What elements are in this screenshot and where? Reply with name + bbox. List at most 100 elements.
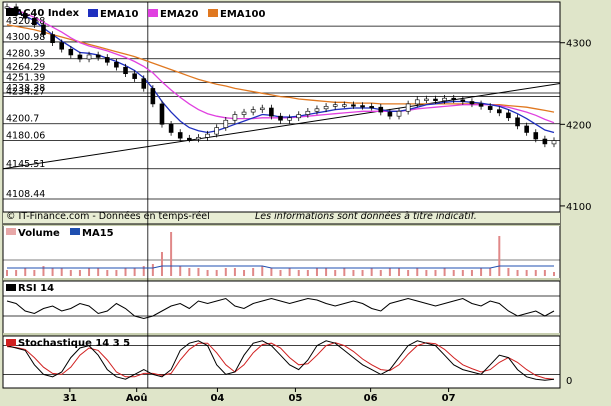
candle: [114, 62, 119, 68]
volume-bar: [115, 270, 118, 276]
candle: [460, 99, 466, 102]
candle: [323, 106, 329, 110]
volume-bar: [379, 270, 382, 276]
right-axis-label: 4100: [566, 202, 591, 213]
price-level-label: 4264.29: [6, 62, 45, 73]
candle: [515, 117, 520, 127]
candle: [77, 54, 83, 60]
volume-bar: [243, 270, 246, 276]
chart-root: 4320.38 4300.98 4280.39 4264.29 4251.39 4238.…: [0, 0, 611, 406]
ma15-legend-swatch: [70, 228, 80, 235]
candle: [296, 114, 302, 119]
candle: [360, 105, 365, 108]
candle: [187, 137, 192, 140]
candle: [551, 140, 557, 145]
volume-bar: [224, 268, 227, 276]
volume-bar: [543, 270, 546, 276]
candle: [351, 104, 356, 107]
volume-bar: [452, 270, 455, 276]
candle: [533, 132, 539, 140]
candle: [442, 97, 447, 101]
candle: [141, 78, 147, 89]
candle: [50, 34, 55, 44]
candle: [205, 133, 210, 138]
volume-bar: [151, 264, 154, 276]
candle: [278, 115, 283, 121]
candle: [41, 24, 46, 35]
candle: [469, 101, 475, 105]
candle: [132, 73, 137, 79]
volume-bar: [534, 270, 537, 276]
volume-bar: [69, 270, 72, 276]
volume-bar: [252, 268, 255, 276]
volume-bar: [78, 270, 81, 276]
candle: [314, 108, 320, 112]
volume-bar: [416, 268, 419, 276]
candle: [232, 114, 238, 121]
volume-bar: [206, 270, 209, 276]
candle: [305, 110, 311, 115]
candle: [506, 112, 511, 119]
volume-bar: [15, 270, 18, 276]
x-tick-label: 31: [63, 393, 77, 404]
volume-bar: [261, 266, 264, 276]
disclaimer-text: Les informations sont données à titre in…: [255, 211, 477, 222]
volume-bar: [361, 270, 364, 276]
price-level-label: 4234.27: [6, 86, 45, 97]
volume-bar: [279, 270, 282, 276]
candle: [287, 117, 292, 121]
volume-bar: [124, 268, 127, 276]
candle: [451, 97, 457, 101]
price-level-label: 4145.51: [6, 159, 45, 170]
volume-bar: [160, 252, 163, 276]
x-tick-label: 05: [288, 393, 302, 404]
volume-bar: [188, 268, 191, 276]
legend-label: EMA10: [100, 9, 138, 20]
right-axis-label: 4300: [566, 39, 591, 50]
candle: [196, 137, 201, 140]
volume-bar: [306, 270, 309, 276]
candle: [342, 104, 347, 107]
volume-bar: [270, 268, 273, 276]
candle: [387, 111, 393, 117]
rsi-legend-swatch: [6, 284, 16, 291]
candle: [414, 99, 420, 105]
candle: [542, 138, 548, 145]
volume-bar: [33, 270, 36, 276]
volume-bar: [325, 268, 328, 276]
candle: [487, 106, 493, 110]
rsi-legend-label: RSI 14: [18, 283, 54, 294]
candle: [524, 125, 529, 133]
candle: [433, 98, 438, 101]
volume-bar: [480, 268, 483, 276]
volume-bar: [461, 270, 464, 276]
legend-label: EMA20: [160, 9, 198, 20]
price-level-label: 4200.7: [6, 114, 39, 125]
candle: [378, 106, 384, 113]
volume-bar: [170, 232, 173, 276]
candle: [269, 107, 274, 117]
volume-legend-swatch: [6, 228, 16, 235]
candle: [223, 119, 229, 128]
volume-bar: [498, 236, 501, 276]
volume-bar: [352, 270, 355, 276]
x-tick-label: 07: [442, 393, 456, 404]
volume-bar: [507, 268, 510, 276]
volume-bar: [51, 268, 54, 276]
candle: [424, 98, 429, 101]
volume-bar: [88, 268, 91, 276]
x-tick-label: 04: [210, 393, 224, 404]
volume-bar: [525, 270, 528, 276]
legend-swatch: [208, 9, 218, 17]
plot-area: [2, 1, 561, 389]
price-level-label: 4108.44: [6, 189, 45, 200]
x-tick-label: 06: [364, 393, 378, 404]
volume-bar: [133, 268, 136, 276]
volume-bar: [370, 268, 373, 276]
volume-bar: [443, 268, 446, 276]
price-level-label: 4300.98: [6, 32, 45, 43]
candle: [332, 104, 338, 107]
right-axis-label: 4200: [566, 120, 591, 131]
volume-bar: [106, 270, 109, 276]
candle: [123, 66, 128, 75]
